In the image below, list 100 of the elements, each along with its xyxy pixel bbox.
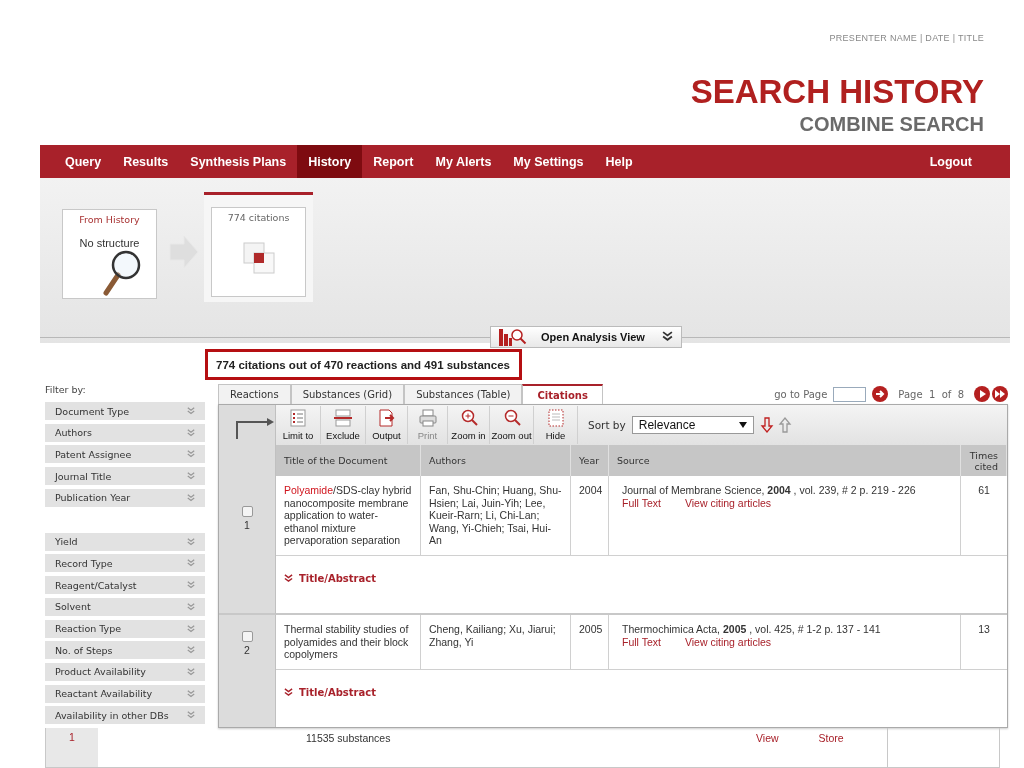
title-cell: Thermal stability studies of polyamides and their block copolymers [276, 615, 421, 669]
toolbar-button[interactable]: Limit to [276, 406, 321, 444]
chevrons-down-icon [187, 559, 195, 568]
nav-tab[interactable]: Help [594, 145, 644, 178]
history-card[interactable]: From History No structure [62, 209, 157, 299]
nav-tab[interactable]: History [297, 145, 363, 178]
filter-item[interactable]: Document Type [45, 402, 205, 420]
filter-label: Authors [55, 427, 92, 439]
filter-label: Availability in other DBs [55, 709, 169, 721]
toolbar-button[interactable]: Zoom in [448, 406, 490, 444]
sort-down-icon[interactable] [759, 417, 774, 433]
chevrons-down-icon [187, 537, 195, 546]
authors-cell: Fan, Shu-Chin; Huang, Shu-Hsien; Lai, Juin-Yih; Lee, Kueir-Rarn; Li, Chi-Lan; Wang, Yi-Chieh; Tsai, Hui-An [421, 476, 571, 555]
last-page-icon[interactable] [992, 386, 1008, 402]
chevrons-down-icon [284, 688, 293, 697]
row-link[interactable]: View [756, 732, 779, 767]
history-card[interactable]: 774 citations [211, 207, 306, 297]
filter-item[interactable]: Record Type [45, 554, 205, 573]
chart-search-icon [499, 328, 527, 346]
filter-label: Publication Year [55, 492, 131, 504]
open-analysis-button[interactable]: Open Analysis View [490, 326, 682, 348]
presenter-info: PRESENTER NAME | DATE | TITLE [828, 32, 984, 45]
filter-label: Yield [55, 536, 78, 548]
chevrons-down-icon [187, 646, 195, 655]
chevrons-down-icon [187, 581, 195, 590]
filter-label: Filter by: [45, 384, 87, 397]
filter-item[interactable]: Product Availability [45, 662, 205, 681]
dotted-square-icon [545, 409, 566, 427]
filter-label: Reaction Type [55, 623, 122, 634]
row-number: 1 [244, 519, 250, 531]
overlapping-squares-icon [241, 241, 276, 275]
chevrons-down-icon [187, 407, 195, 415]
filter-item[interactable]: Authors [45, 423, 205, 442]
card-text: No structure [79, 237, 140, 249]
filter-label: Solvent [55, 601, 91, 613]
bent-arrow-icon [235, 417, 275, 439]
logout-link[interactable]: Logout [929, 145, 972, 178]
view-tab[interactable]: Citations [522, 384, 603, 404]
view-tab[interactable]: Substances (Grid) [290, 384, 405, 404]
filter-label: Journal Title [55, 470, 112, 482]
toolbar-button[interactable]: Output [366, 406, 408, 444]
toolbar-button[interactable]: Zoom out [490, 406, 534, 444]
card-title: From History [79, 214, 140, 225]
abstract-toggle[interactable]: Title/Abstract [284, 687, 376, 698]
filter-item[interactable]: Patent Assignee [45, 445, 205, 464]
source-link[interactable]: Full Text [622, 496, 661, 509]
source-link[interactable]: View citing articles [684, 635, 772, 648]
results-summary: 774 citations out of 470 reactions and 491 substances [205, 349, 522, 380]
filter-item[interactable]: No. of Steps [45, 641, 205, 660]
nav-tab[interactable]: Synthesis Plans [179, 145, 298, 178]
filter-item[interactable]: Reaction Type [45, 619, 205, 638]
nav-tab[interactable]: Report [362, 145, 425, 178]
chevrons-down-icon [187, 602, 195, 611]
slide-subtitle: COMBINE SEARCH [798, 112, 984, 137]
nav-tab[interactable]: My Settings [502, 145, 595, 178]
filter-item[interactable]: Availability in other DBs [45, 706, 205, 725]
view-tab[interactable]: Substances (Table) [404, 384, 523, 404]
filter-label: Reactant Availability [55, 688, 153, 700]
substances-count: 11535 substances [306, 731, 392, 746]
chevrons-down-icon [187, 667, 195, 676]
filter-item[interactable]: Publication Year [45, 488, 205, 507]
row-number: 1 [46, 728, 98, 767]
printer-icon [417, 409, 438, 427]
filter-label: Patent Assignee [55, 448, 132, 460]
nav-tab[interactable]: Results [112, 145, 180, 178]
row-link[interactable]: Store [818, 732, 844, 767]
sort-select[interactable]: Relevance [631, 416, 754, 434]
slide-title: SEARCH HISTORY [689, 74, 984, 110]
view-tab[interactable]: Reactions [218, 384, 291, 404]
filter-item[interactable]: Solvent [45, 597, 205, 616]
year-cell: 2004 [571, 476, 609, 555]
times-cited-cell-text: 13 [977, 622, 991, 637]
nav-tab[interactable]: Query [54, 145, 113, 178]
goto-label: go to Page [774, 388, 828, 400]
filter-label: Document Type [55, 405, 130, 417]
card-title: 774 citations [227, 212, 290, 223]
chevrons-down-icon [187, 711, 195, 720]
page-indicator: Page 1 of 8 [898, 388, 964, 400]
toolbar-button[interactable]: Exclude [321, 406, 366, 444]
row-checkbox[interactable] [241, 631, 253, 642]
toolbar-button[interactable]: Hide [534, 406, 578, 444]
times-cited-cell-text: 61 [977, 483, 991, 498]
next-icon[interactable] [974, 386, 990, 402]
filter-item[interactable]: Reagent/Catalyst [45, 576, 205, 595]
source-link[interactable]: View citing articles [684, 496, 772, 509]
year-cell: 2005 [571, 615, 609, 669]
chevrons-down-icon [187, 450, 195, 459]
chevrons-down-icon [187, 624, 195, 633]
filter-item[interactable]: Yield [45, 532, 205, 551]
caret-icon [738, 422, 747, 428]
filter-item[interactable]: Reactant Availability [45, 684, 205, 703]
abstract-toggle[interactable]: Title/Abstract [284, 573, 376, 584]
filter-item[interactable]: Journal Title [45, 467, 205, 486]
page-input[interactable] [833, 386, 867, 402]
export-icon [376, 409, 397, 427]
row-checkbox[interactable] [241, 506, 253, 517]
source-link[interactable]: Full Text [622, 635, 661, 648]
nav-tab[interactable]: My Alerts [424, 145, 503, 178]
authors-cell: Cheng, Kailiang; Xu, Jiarui; Zhang, Yi [421, 615, 571, 669]
sort-label: Sort by [588, 419, 626, 431]
